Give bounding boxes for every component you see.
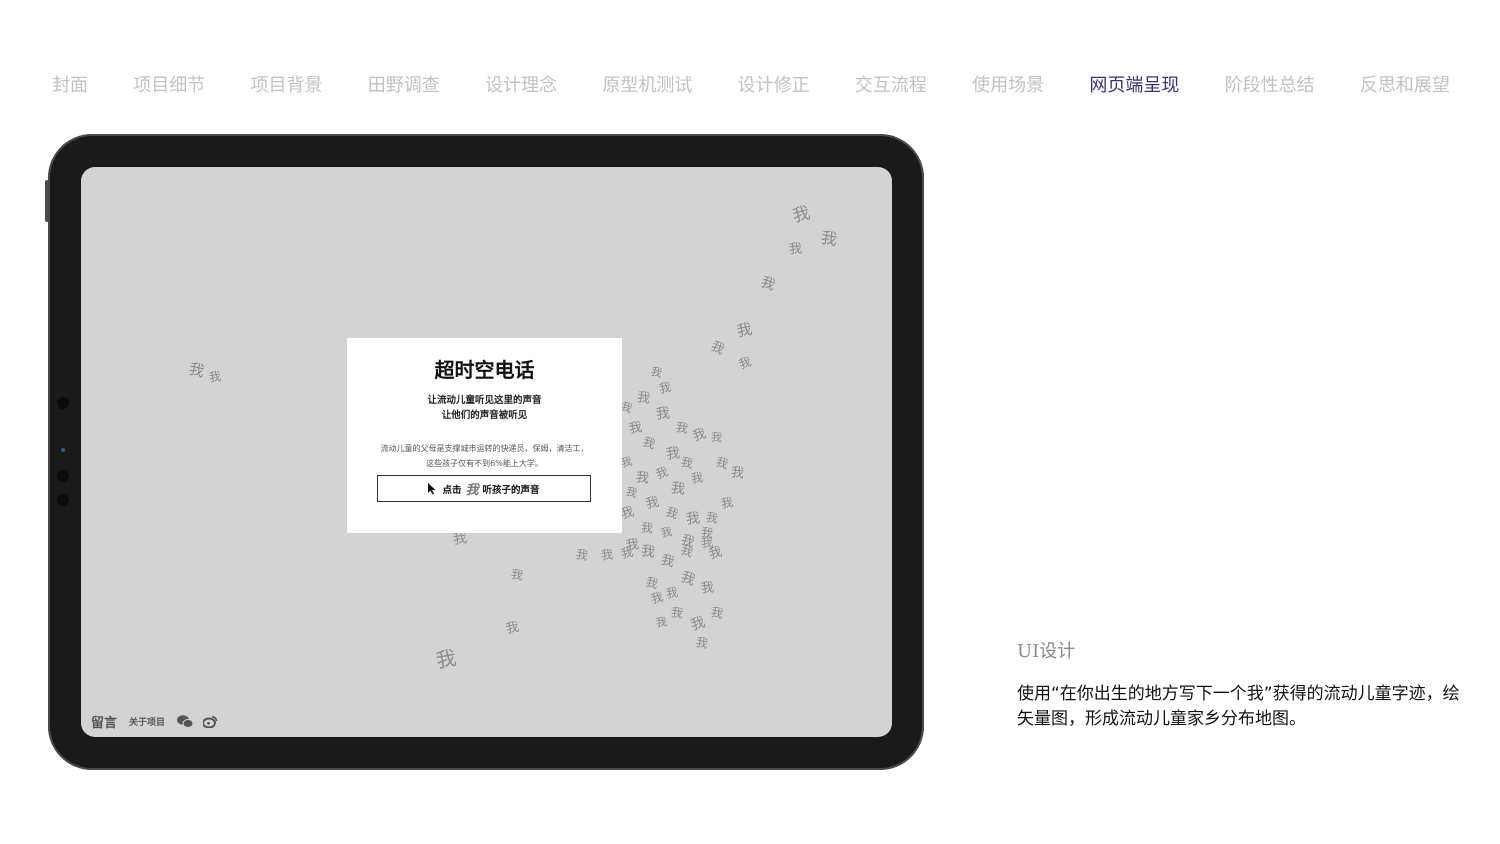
handwritten-glyph: 我 [627,419,644,438]
handwritten-glyph: 我 [434,645,458,673]
handwritten-glyph: 我 [688,614,708,634]
caption-title: UI设计 [1017,641,1076,662]
handwritten-glyph: 我 [788,241,803,258]
handwritten-glyph: 我 [624,484,639,501]
handwritten-glyph: 我 [649,364,664,381]
modal-desc-line: 流动儿童的父母是支撑城市运转的快递员，保姆，清洁工， [380,444,589,453]
modal-desc-line: 这些孩子仅有不到6%能上大学。 [426,459,543,468]
handwritten-glyph: 我 [719,495,735,511]
handwritten-glyph: 我 [674,420,690,436]
modal-subtitle: 让流动儿童听见这里的声音 让他们的声音被听见 [347,393,622,423]
handwritten-glyph: 我 [659,525,674,540]
tablet-camera-icon [61,448,65,452]
handwritten-glyph: 我 [669,480,687,498]
handwritten-glyph: 我 [819,227,839,250]
handwritten-glyph: 我 [639,543,657,561]
handwritten-glyph: 我 [635,470,650,487]
handwritten-glyph: 我 [735,319,754,341]
handwritten-glyph: 我 [685,510,701,528]
handwritten-glyph: 我 [790,203,813,227]
wechat-icon[interactable] [177,715,194,728]
nav-item-project-background[interactable]: 项目背景 [235,71,339,97]
modal-subtitle-line: 让他们的声音被听见 [441,410,528,421]
handwritten-glyph: 我 [208,369,222,385]
handwritten-glyph: 我 [625,537,640,554]
handwritten-glyph: 我 [663,504,681,522]
nav-item-prototype-test[interactable]: 原型机测试 [586,71,708,97]
handwritten-glyph: 我 [665,445,681,463]
handwritten-glyph: 我 [708,338,727,359]
handwritten-glyph: 我 [714,454,730,472]
modal-title: 超时空电话 [434,358,535,382]
handwritten-glyph: 我 [451,530,469,548]
handwritten-glyph: 我 [187,359,206,381]
nav-item-stage-summary[interactable]: 阶段性总结 [1209,71,1331,97]
handwritten-glyph: 我 [657,379,673,397]
weibo-icon[interactable] [203,715,218,728]
nav-item-interaction-flow[interactable]: 交互流程 [839,71,943,97]
handwritten-glyph: 我 [678,542,696,560]
handwritten-glyph: 我 [704,510,720,526]
listen-button-label-right: 听孩子的声音 [482,484,540,496]
handwritten-glyph: 我 [644,574,660,592]
handwritten-glyph: 我 [659,552,676,571]
web-screen: 我我我我我我我我我我我我我我我我我我我我我我我我我我我我我我我我我我我我我我我我… [81,167,892,737]
nav-item-web-presentation[interactable]: 网页端呈现 [1073,71,1195,97]
tablet-sensor-dot [57,470,69,482]
handwritten-glyph: 我 [509,567,525,583]
top-nav: 封面 项目细节 项目背景 田野调查 设计理念 原型机测试 设计修正 交互流程 使… [36,70,1466,98]
handwritten-glyph: 我 [678,569,698,589]
handwritten-glyph: 我 [700,525,714,541]
handwritten-glyph: 我 [691,426,709,445]
nav-item-design-concept[interactable]: 设计理念 [469,71,573,97]
intro-modal: 超时空电话 让流动儿童听见这里的声音 让他们的声音被听见 流动儿童的父母是支撑城… [347,338,622,533]
handwritten-glyph: 我 [730,465,745,482]
listen-button-glyph: 我 [465,483,479,498]
handwritten-glyph: 我 [690,470,704,486]
handwritten-glyph: 我 [655,405,671,423]
tablet-sensor-dot [57,397,69,409]
nav-item-project-details[interactable]: 项目细节 [117,71,221,97]
cursor-icon [428,482,436,494]
modal-description: 流动儿童的父母是支撑城市运转的快递员，保姆，清洁工， 这些孩子仅有不到6%能上大… [347,441,622,471]
handwritten-glyph: 我 [758,274,778,294]
caption-text: 使用“在你出生的地方写下一个我”获得的流动儿童字迹，绘矢量图，形成流动儿童家乡分… [1017,684,1460,729]
handwritten-glyph: 我 [644,494,661,513]
handwritten-glyph: 我 [504,619,521,638]
handwritten-glyph: 我 [655,615,668,630]
message-link[interactable]: 留言 [91,712,117,731]
modal-subtitle-line: 让流动儿童听见这里的声音 [427,395,542,406]
listen-button-label-left: 点击 [442,484,462,496]
nav-item-design-revision[interactable]: 设计修正 [722,71,826,97]
nav-item-field-research[interactable]: 田野调查 [352,71,456,97]
screen-footer: 留言 关于项目 [91,712,228,731]
nav-item-reflection-outlook[interactable]: 反思和展望 [1344,71,1466,97]
handwritten-glyph: 我 [736,354,754,372]
handwritten-glyph: 我 [600,547,614,563]
handwritten-glyph: 我 [640,520,654,536]
handwritten-glyph: 我 [710,430,723,445]
handwritten-glyph: 我 [707,544,724,563]
tablet-side-button [45,180,49,222]
handwritten-glyph: 我 [649,589,665,607]
about-project-link[interactable]: 关于项目 [129,715,165,728]
handwritten-glyph: 我 [653,464,671,482]
listen-button[interactable]: 点击 我 听孩子的声音 [377,475,591,502]
handwritten-glyph: 我 [574,547,590,563]
handwritten-glyph: 我 [700,580,715,597]
handwritten-glyph: 我 [694,635,710,651]
handwritten-glyph: 我 [664,585,680,601]
nav-item-cover[interactable]: 封面 [36,71,104,97]
nav-item-use-scenarios[interactable]: 使用场景 [956,71,1060,97]
handwritten-glyph: 我 [670,605,684,621]
tablet-sensor-dot [57,494,69,506]
handwritten-glyph: 我 [641,434,657,452]
handwritten-glyph: 我 [679,454,695,472]
handwritten-glyph: 我 [709,604,725,622]
handwritten-glyph: 我 [636,390,651,407]
